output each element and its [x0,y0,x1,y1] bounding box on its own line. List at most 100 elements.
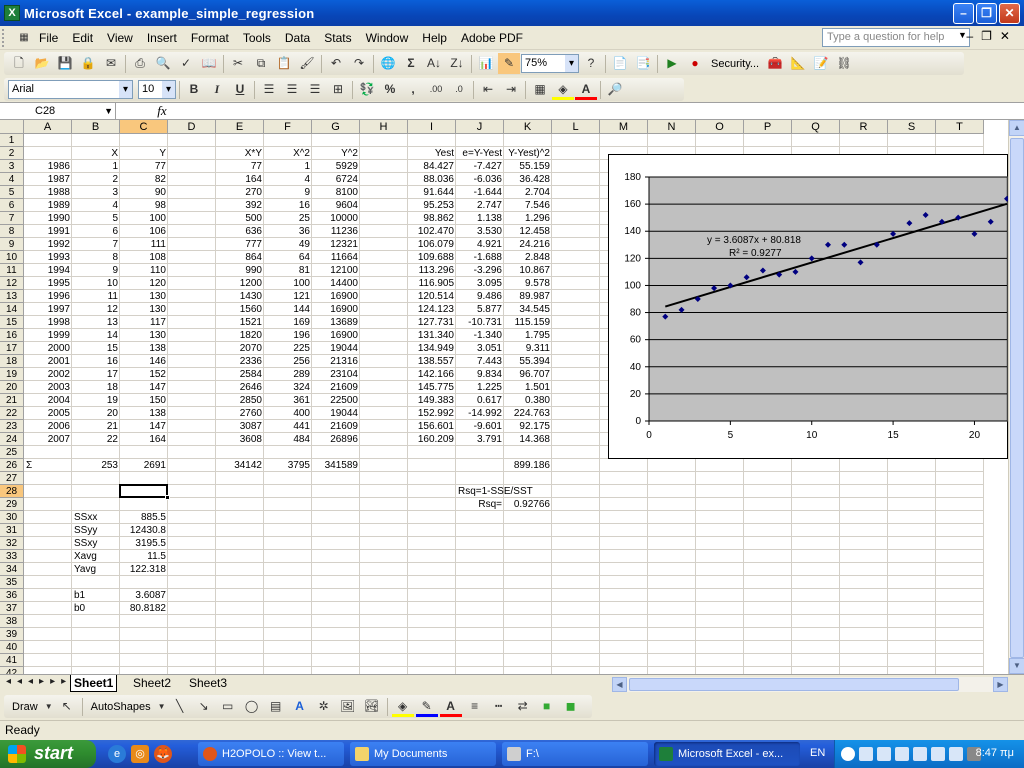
visual-basic-icon[interactable]: 📝 [810,53,832,74]
row-header-25[interactable]: 25 [0,446,24,459]
cell-b16[interactable]: 14 [72,329,120,342]
cell-k6[interactable]: 7.546 [504,199,552,212]
cell-b9[interactable]: 7 [72,238,120,251]
scroll-down-icon[interactable]: ▼ [1009,658,1024,674]
vertical-scrollbar[interactable]: ▲ ▼ [1008,120,1024,674]
cell-e16[interactable]: 1820 [216,329,264,342]
oval-icon[interactable]: ◯ [241,696,263,717]
task-h2opolo[interactable]: H2OPOLO :: View t... [198,742,344,766]
cell-e6[interactable]: 392 [216,199,264,212]
cell-a20[interactable]: 2003 [24,381,72,394]
row-header-15[interactable]: 15 [0,316,24,329]
cell-b36[interactable]: b1 [72,589,120,602]
cell-a4[interactable]: 1987 [24,173,72,186]
tab-sheet3[interactable]: Sheet3 [186,675,230,692]
cell-f18[interactable]: 256 [264,355,312,368]
row-header-24[interactable]: 24 [0,433,24,446]
row-header-22[interactable]: 22 [0,407,24,420]
textbox-icon[interactable]: ▤ [265,696,287,717]
hyperlink-icon[interactable]: 🌐 [377,53,399,74]
cell-g21[interactable]: 22500 [312,394,360,407]
row-header-9[interactable]: 9 [0,238,24,251]
menu-grip[interactable] [2,28,16,47]
cell-g19[interactable]: 23104 [312,368,360,381]
record-macro-icon[interactable]: ● [684,53,706,74]
cell-b13[interactable]: 11 [72,290,120,303]
cell-g7[interactable]: 10000 [312,212,360,225]
cell-e18[interactable]: 2336 [216,355,264,368]
cell-e7[interactable]: 500 [216,212,264,225]
cell-b30[interactable]: SSxx [72,511,120,524]
row-header-39[interactable]: 39 [0,628,24,641]
cell-k9[interactable]: 24.216 [504,238,552,251]
column-header-g[interactable]: G [312,120,360,134]
cell-j4[interactable]: -6.036 [456,173,504,186]
selected-cell-border[interactable] [119,484,168,498]
cell-j13[interactable]: 9.486 [456,290,504,303]
cell-b6[interactable]: 4 [72,199,120,212]
cell-e4[interactable]: 164 [216,173,264,186]
cell-e3[interactable]: 77 [216,160,264,173]
cell-k23[interactable]: 92.175 [504,420,552,433]
cell-k16[interactable]: 1.795 [504,329,552,342]
3d-style-icon[interactable]: ◼ [560,696,582,717]
cell-f3[interactable]: 1 [264,160,312,173]
merge-center-icon[interactable]: ⊞ [327,79,349,100]
cell-i20[interactable]: 145.775 [408,381,456,394]
cell-i24[interactable]: 160.209 [408,433,456,446]
cell-f15[interactable]: 169 [264,316,312,329]
align-center-icon[interactable]: ☰ [281,79,303,100]
permission-icon[interactable]: 🔒 [77,53,99,74]
row-header-29[interactable]: 29 [0,498,24,511]
cell-e20[interactable]: 2646 [216,381,264,394]
cell-b34[interactable]: Yavg [72,563,120,576]
column-header-a[interactable]: A [24,120,72,134]
cell-i21[interactable]: 149.383 [408,394,456,407]
cell-e19[interactable]: 2584 [216,368,264,381]
cell-e2[interactable]: X*Y [216,147,264,160]
cell-e13[interactable]: 1430 [216,290,264,303]
cell-g26[interactable]: 341589 [312,459,360,472]
font-name-select[interactable]: Arial [8,80,133,99]
language-indicator[interactable]: EN [810,747,825,759]
cell-i14[interactable]: 124.123 [408,303,456,316]
cell-c17[interactable]: 138 [120,342,168,355]
cell-f5[interactable]: 9 [264,186,312,199]
cell-b12[interactable]: 10 [72,277,120,290]
fill-color-icon[interactable]: ◈ [552,79,574,100]
line-icon[interactable]: ╲ [169,696,191,717]
cell-i19[interactable]: 142.166 [408,368,456,381]
column-header-q[interactable]: Q [792,120,840,134]
cell-e22[interactable]: 2760 [216,407,264,420]
cell-c24[interactable]: 164 [120,433,168,446]
column-header-t[interactable]: T [936,120,984,134]
security-button[interactable]: Security... [707,58,763,70]
row-header-2[interactable]: 2 [0,147,24,160]
restore-button[interactable]: ❐ [976,3,997,24]
cell-a7[interactable]: 1990 [24,212,72,225]
cell-c31[interactable]: 12430.8 [120,524,168,537]
row-header-33[interactable]: 33 [0,550,24,563]
cell-a15[interactable]: 1998 [24,316,72,329]
cell-e23[interactable]: 3087 [216,420,264,433]
cell-j18[interactable]: 7.443 [456,355,504,368]
cell-a22[interactable]: 2005 [24,407,72,420]
row-header-40[interactable]: 40 [0,641,24,654]
cell-b24[interactable]: 22 [72,433,120,446]
comma-style-icon[interactable]: , [402,79,424,100]
cell-b8[interactable]: 6 [72,225,120,238]
cell-i4[interactable]: 88.036 [408,173,456,186]
name-box[interactable]: C28 ▼ [2,103,116,119]
row-header-3[interactable]: 3 [0,160,24,173]
paste-icon[interactable]: 📋 [273,53,295,74]
cell-c10[interactable]: 108 [120,251,168,264]
cell-c21[interactable]: 150 [120,394,168,407]
cell-k21[interactable]: 0.380 [504,394,552,407]
cell-c14[interactable]: 130 [120,303,168,316]
tab-sheet2[interactable]: Sheet2 [130,675,174,692]
cell-g15[interactable]: 13689 [312,316,360,329]
menu-format[interactable]: Format [184,27,236,49]
cell-c26[interactable]: 2691 [120,459,168,472]
script-editor-icon[interactable]: ⛓ [833,53,855,74]
excel-doc-icon[interactable]: ▦ [16,27,32,48]
